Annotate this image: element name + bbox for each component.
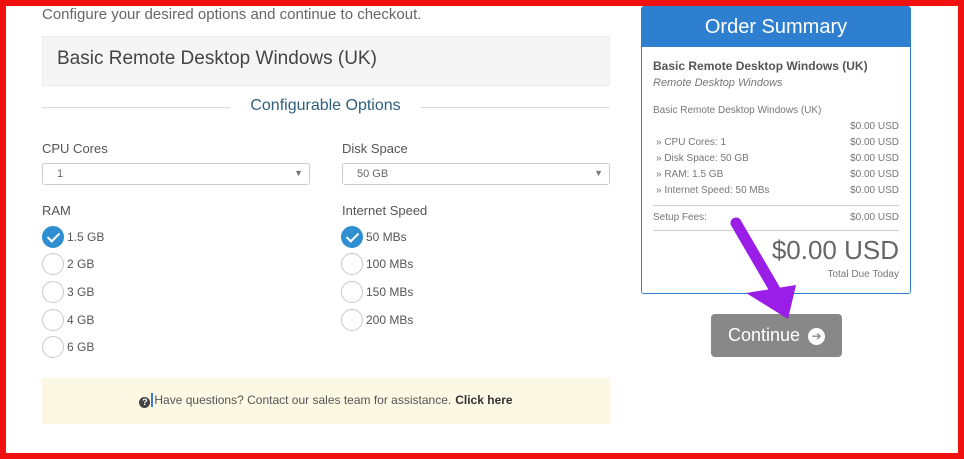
ram-label: RAM — [42, 203, 71, 218]
sales-help-box: ? Have questions? Contact our sales team … — [42, 378, 610, 424]
radio-icon — [42, 336, 64, 358]
internet-option-200mbs[interactable]: 200 MBs — [341, 309, 413, 331]
summary-item-price: $0.00 USD — [850, 169, 899, 180]
divider-right — [421, 107, 610, 108]
radio-icon — [42, 309, 64, 331]
dropdown-arrow-icon: ▼ — [594, 168, 603, 178]
ram-option-1-5gb[interactable]: 1.5 GB — [42, 226, 104, 248]
ram-option-label: 4 GB — [67, 313, 95, 327]
radio-icon — [341, 309, 363, 331]
disk-space-select[interactable]: 50 GB ▼ — [342, 163, 610, 185]
summary-item-label: » CPU Cores: 1 — [656, 137, 727, 148]
cpu-cores-select[interactable]: 1 ▼ — [42, 163, 310, 185]
click-here-link[interactable]: Click here — [455, 393, 512, 407]
disk-space-label: Disk Space — [342, 141, 408, 156]
question-circle-icon: ? — [139, 397, 151, 408]
product-header: Basic Remote Desktop Windows (UK) — [42, 36, 610, 86]
summary-item-label: » Disk Space: 50 GB — [656, 153, 749, 164]
internet-option-label: 200 MBs — [366, 313, 414, 327]
cpu-cores-label: CPU Cores — [42, 141, 108, 156]
dropdown-arrow-icon: ▼ — [294, 168, 303, 178]
internet-option-50mbs[interactable]: 50 MBs — [341, 226, 407, 248]
total-due-label: Total Due Today — [827, 269, 899, 280]
internet-option-100mbs[interactable]: 100 MBs — [341, 253, 413, 275]
summary-item-label: » Internet Speed: 50 MBs — [656, 185, 770, 196]
ram-option-label: 3 GB — [67, 285, 95, 299]
radio-icon — [42, 253, 64, 275]
radio-checked-icon — [341, 226, 363, 248]
purple-annotation-arrow-icon — [730, 217, 796, 319]
continue-label: Continue — [727, 325, 801, 345]
cpu-cores-value: 1 — [57, 168, 64, 180]
summary-item-row: » Disk Space: 50 GB $0.00 USD — [653, 153, 899, 164]
summary-product-group: Remote Desktop Windows — [653, 77, 783, 89]
order-summary-title: Order Summary — [642, 7, 910, 47]
ram-option-label: 6 GB — [67, 340, 95, 354]
setup-fees-label: Setup Fees: — [653, 212, 707, 223]
summary-item-row: » RAM: 1.5 GB $0.00 USD — [653, 169, 899, 180]
summary-item-price: $0.00 USD — [850, 185, 899, 196]
internet-option-label: 50 MBs — [366, 230, 407, 244]
radio-icon — [341, 253, 363, 275]
arrow-circle-right-icon: ➔ — [808, 328, 826, 345]
internet-speed-label: Internet Speed — [342, 203, 428, 218]
summary-product-name: Basic Remote Desktop Windows (UK) — [653, 59, 868, 73]
ram-option-2gb[interactable]: 2 GB — [42, 253, 94, 275]
summary-line-label: Basic Remote Desktop Windows (UK) — [653, 105, 822, 116]
summary-line-item: Basic Remote Desktop Windows (UK) — [653, 105, 899, 116]
product-name: Basic Remote Desktop Windows (UK) — [57, 48, 377, 69]
internet-option-label: 100 MBs — [366, 257, 414, 271]
summary-divider — [653, 205, 899, 206]
ram-option-3gb[interactable]: 3 GB — [42, 281, 94, 303]
internet-option-label: 150 MBs — [366, 285, 414, 299]
internet-option-150mbs[interactable]: 150 MBs — [341, 281, 413, 303]
setup-fees-price: $0.00 USD — [850, 212, 899, 223]
summary-item-row: » CPU Cores: 1 $0.00 USD — [653, 137, 899, 148]
summary-item-price: $0.00 USD — [850, 137, 899, 148]
ram-option-6gb[interactable]: 6 GB — [42, 336, 94, 358]
disk-space-value: 50 GB — [357, 168, 389, 180]
summary-item-price: $0.00 USD — [850, 153, 899, 164]
ram-option-label: 2 GB — [67, 257, 95, 271]
ram-option-label: 1.5 GB — [67, 230, 105, 244]
summary-base-price: $0.00 USD — [850, 121, 899, 132]
summary-item-label: » RAM: 1.5 GB — [656, 169, 724, 180]
radio-icon — [341, 281, 363, 303]
radio-checked-icon — [42, 226, 64, 248]
ram-option-4gb[interactable]: 4 GB — [42, 309, 94, 331]
radio-icon — [42, 281, 64, 303]
intro-text: Configure your desired options and conti… — [42, 6, 422, 23]
summary-item-row: » Internet Speed: 50 MBs $0.00 USD — [653, 185, 899, 196]
help-text: Have questions? Contact our sales team f… — [154, 393, 452, 407]
divider-left — [42, 107, 230, 108]
configurable-options-title: Configurable Options — [250, 97, 401, 114]
